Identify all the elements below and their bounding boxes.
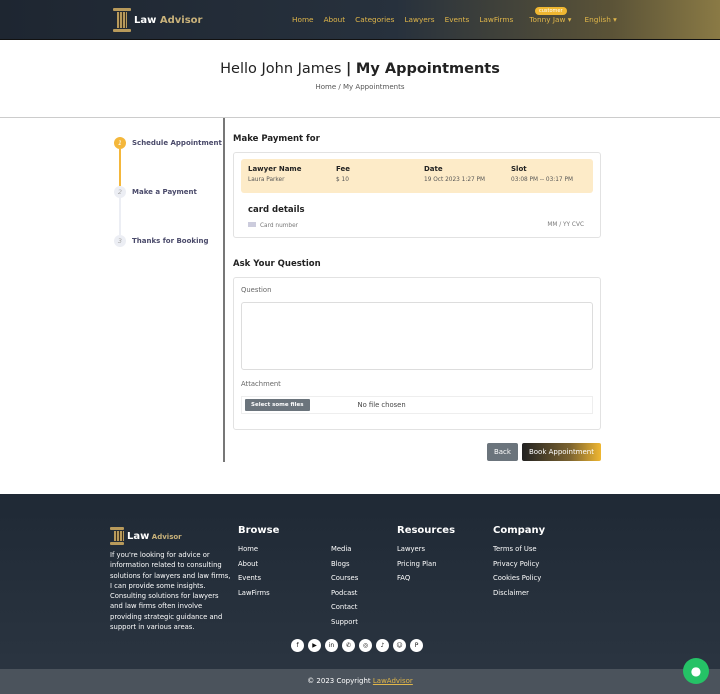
language-menu[interactable]: English ▾: [584, 15, 616, 24]
footer-link[interactable]: Blogs: [331, 560, 350, 568]
breadcrumb-home[interactable]: Home: [316, 83, 337, 91]
payment-heading: Make Payment for: [233, 134, 320, 144]
youtube-icon[interactable]: ▶: [308, 639, 321, 652]
step-progress-line: [119, 149, 121, 186]
footer-link[interactable]: Home: [238, 545, 258, 553]
step-line: [119, 198, 121, 235]
lawyer-name-col: Lawyer Name Laura Parker: [248, 165, 302, 183]
credit-card-icon: [248, 222, 256, 227]
social-links: f ▶ in ✆ ◎ ♪ ☺ P: [291, 639, 423, 652]
brand-name-accent: Advisor: [159, 14, 203, 26]
brand-logo[interactable]: Law Advisor: [113, 8, 202, 32]
footer-link[interactable]: Cookies Policy: [493, 574, 541, 582]
attachment-input[interactable]: Select some files No file chosen: [241, 396, 593, 414]
pillar-icon: [110, 527, 124, 545]
footer-link[interactable]: Podcast: [331, 589, 357, 597]
nav-lawyers[interactable]: Lawyers: [404, 15, 434, 24]
slot-col: Slot 03:08 PM -- 03:17 PM: [511, 165, 573, 183]
user-menu[interactable]: Tonny Jaw ▾: [529, 15, 571, 24]
fee-col: Fee $ 10: [336, 165, 350, 183]
footer-link[interactable]: Lawyers: [397, 545, 425, 553]
footer-company-heading: Company: [493, 525, 546, 536]
book-appointment-button[interactable]: Book Appointment: [521, 443, 601, 461]
nav-lawfirms[interactable]: LawFirms: [479, 15, 513, 24]
vertical-divider: [223, 118, 225, 462]
user-role-badge: customer: [535, 7, 567, 15]
question-textarea[interactable]: [241, 302, 593, 370]
page-header: Hello John James | My Appointments Home …: [0, 40, 720, 118]
footer-link[interactable]: Terms of Use: [493, 545, 537, 553]
card-expiry-cvc[interactable]: MM / YY CVC: [547, 222, 584, 229]
nav-categories[interactable]: Categories: [355, 15, 394, 24]
footer-link[interactable]: FAQ: [397, 574, 410, 582]
snapchat-icon[interactable]: ☺: [393, 639, 406, 652]
chat-button[interactable]: ●: [683, 658, 709, 684]
footer-resources-heading: Resources: [397, 525, 456, 536]
file-status: No file chosen: [357, 401, 406, 409]
instagram-icon[interactable]: ◎: [359, 639, 372, 652]
nav-home[interactable]: Home: [292, 15, 314, 24]
question-heading: Ask Your Question: [233, 259, 321, 269]
appointment-form: Make Payment for Lawyer Name Laura Parker…: [233, 118, 601, 461]
main-menu: Home About Categories Lawyers Events Law…: [292, 15, 627, 24]
linkedin-icon[interactable]: in: [325, 639, 338, 652]
facebook-icon[interactable]: f: [291, 639, 304, 652]
breadcrumb-current: My Appointments: [343, 83, 405, 91]
footer-about-text: If you're looking for advice or informat…: [110, 551, 231, 632]
footer-link[interactable]: Privacy Policy: [493, 560, 539, 568]
footer-link[interactable]: Support: [331, 618, 358, 626]
brand-name: Law: [134, 14, 157, 26]
nav-events[interactable]: Events: [445, 15, 470, 24]
pinterest-icon[interactable]: P: [410, 639, 423, 652]
card-details-title: card details: [248, 205, 305, 215]
copyright-bar: © 2023 Copyright LawAdvisor: [0, 669, 720, 694]
breadcrumb: Home / My Appointments: [315, 83, 405, 91]
footer-link[interactable]: Pricing Plan: [397, 560, 437, 568]
payment-card: Lawyer Name Laura Parker Fee $ 10 Date 19 O…: [233, 152, 601, 238]
whatsapp-icon[interactable]: ✆: [342, 639, 355, 652]
footer-link[interactable]: Media: [331, 545, 351, 553]
step-thanks: 3 Thanks for Booking: [114, 235, 208, 247]
date-col: Date 19 Oct 2023 1:27 PM: [424, 165, 486, 183]
footer-about: Law Advisor If you're looking for advice…: [110, 527, 232, 632]
footer-link[interactable]: Courses: [331, 574, 358, 582]
page-title: Hello John James | My Appointments: [220, 61, 500, 77]
chat-icon: ●: [690, 664, 702, 678]
attachment-label: Attachment: [241, 380, 281, 388]
footer-link[interactable]: Contact: [331, 603, 357, 611]
pillar-icon: [113, 8, 131, 32]
footer-link[interactable]: About: [238, 560, 258, 568]
footer-link[interactable]: Disclaimer: [493, 589, 529, 597]
appointment-summary: Lawyer Name Laura Parker Fee $ 10 Date 19 O…: [241, 159, 593, 193]
footer-logo[interactable]: Law Advisor: [110, 527, 232, 545]
step-schedule: 1 Schedule Appointment: [114, 137, 222, 149]
top-navbar: Law Advisor Home About Categories Lawyer…: [0, 0, 720, 40]
footer-browse-heading: Browse: [238, 525, 280, 536]
select-files-button[interactable]: Select some files: [245, 399, 310, 411]
question-card: Question Attachment Select some files No …: [233, 277, 601, 430]
question-label: Question: [241, 286, 272, 294]
step-payment: 2 Make a Payment: [114, 186, 197, 198]
footer-link[interactable]: LawFirms: [238, 589, 270, 597]
copyright-link[interactable]: LawAdvisor: [373, 677, 413, 685]
card-input[interactable]: Card number MM / YY CVC: [248, 222, 584, 229]
tiktok-icon[interactable]: ♪: [376, 639, 389, 652]
footer: [0, 494, 720, 694]
nav-about[interactable]: About: [324, 15, 346, 24]
footer-link[interactable]: Events: [238, 574, 261, 582]
back-button[interactable]: Back: [486, 443, 518, 461]
